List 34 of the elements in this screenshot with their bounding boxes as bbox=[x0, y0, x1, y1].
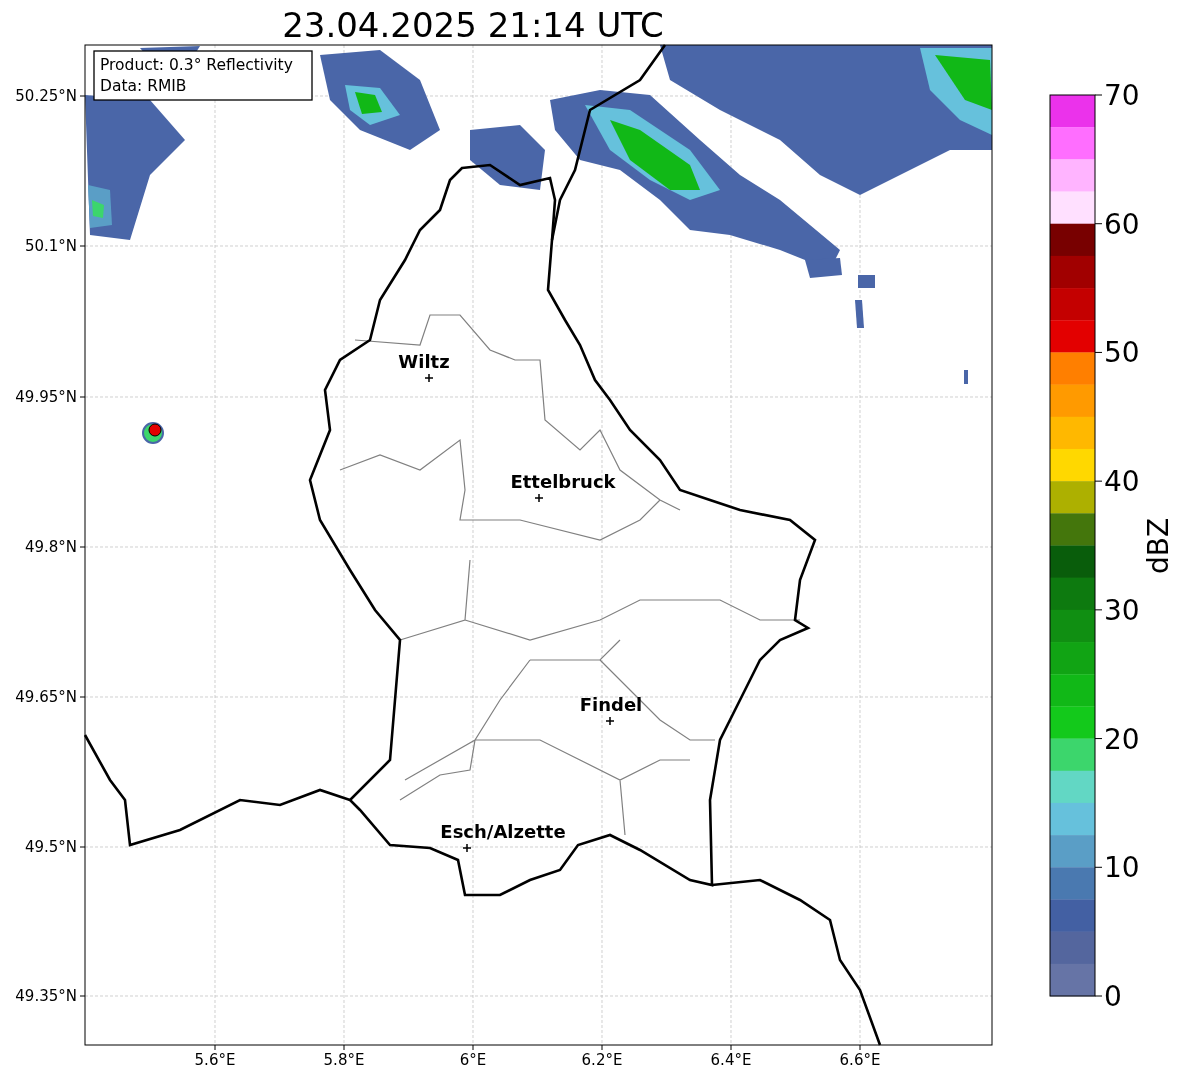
colorbar-label: dBZ bbox=[1142, 517, 1175, 575]
city-marker-icon bbox=[534, 493, 544, 503]
x-tick-label: 5.6°E bbox=[194, 1051, 236, 1069]
city-label: Ettelbruck bbox=[510, 471, 616, 492]
y-tick-label: 49.35°N bbox=[15, 987, 77, 1005]
y-tick-label: 50.1°N bbox=[24, 237, 77, 255]
y-tick-label: 49.8°N bbox=[24, 538, 77, 556]
city-marker-icon bbox=[424, 373, 434, 383]
y-tick-label: 50.25°N bbox=[15, 87, 77, 105]
colorbar-tick-label: 50 bbox=[1104, 336, 1140, 370]
chart-title: 23.04.2025 21:14 UTC bbox=[282, 5, 664, 45]
info-text: Data: RMIB bbox=[100, 77, 187, 95]
y-tick-label: 49.95°N bbox=[15, 388, 77, 406]
colorbar-tick-label: 40 bbox=[1104, 465, 1140, 499]
colorbar-tick-label: 30 bbox=[1104, 593, 1140, 627]
colorbar-tick-label: 60 bbox=[1104, 207, 1140, 241]
x-tick-label: 6.2°E bbox=[581, 1051, 623, 1069]
info-text: Product: 0.3° Reflectivity bbox=[100, 56, 293, 74]
y-tick-label: 49.5°N bbox=[24, 838, 77, 856]
colorbar-tick-label: 10 bbox=[1104, 851, 1140, 885]
y-tick-label: 49.65°N bbox=[15, 688, 77, 706]
x-tick-label: 6°E bbox=[459, 1051, 487, 1069]
colorbar-tick-label: 20 bbox=[1104, 722, 1140, 756]
radar-site-marker bbox=[148, 423, 162, 437]
x-tick-label: 6.6°E bbox=[839, 1051, 881, 1069]
colorbar-tick-label: 70 bbox=[1104, 79, 1140, 112]
colorbar-tick-label: 0 bbox=[1104, 980, 1122, 1013]
city-marker-icon bbox=[462, 843, 472, 853]
city-label: Esch/Alzette bbox=[440, 821, 566, 842]
city-label: Findel bbox=[579, 694, 643, 715]
x-tick-label: 5.8°E bbox=[323, 1051, 365, 1069]
city-label: Wiltz bbox=[398, 351, 450, 372]
city-marker-icon bbox=[605, 716, 615, 726]
x-tick-label: 6.4°E bbox=[710, 1051, 752, 1069]
